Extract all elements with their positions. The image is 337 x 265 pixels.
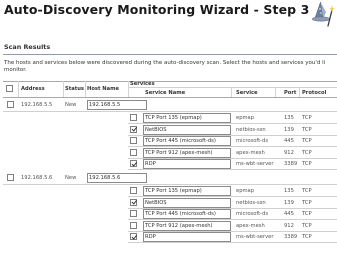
service-name-field[interactable]: RDP bbox=[143, 159, 231, 170]
service-checkbox[interactable] bbox=[130, 148, 137, 156]
port-header: Port bbox=[284, 90, 297, 96]
service-name-field[interactable]: TCP Port 912 (apex-mesh) bbox=[143, 220, 231, 231]
page-title: Auto-Discovery Monitoring Wizard - Step … bbox=[4, 2, 310, 17]
address-header: Address bbox=[21, 86, 45, 92]
row-divider bbox=[128, 242, 337, 244]
service-header: Service bbox=[236, 90, 258, 96]
port-value: 135 bbox=[284, 188, 294, 194]
wizard-hat-icon bbox=[311, 1, 335, 27]
section-heading: Scan Results bbox=[4, 43, 51, 51]
protocol-value: TCP bbox=[302, 138, 312, 145]
service-value: microsoft-ds bbox=[236, 211, 269, 218]
service-value: apex-mesh bbox=[236, 149, 265, 156]
host-address: 192.168.5.5 bbox=[21, 102, 53, 108]
protocol-value: TCP bbox=[302, 126, 312, 133]
service-name-field[interactable]: TCP Port 445 (microsoft-ds) bbox=[143, 209, 231, 220]
row-divider bbox=[128, 169, 337, 171]
service-value: apex-mesh bbox=[236, 222, 265, 229]
service-name-field[interactable]: TCP Port 135 (epmap) bbox=[143, 186, 231, 196]
service-name-field[interactable]: TCP Port 135 (epmap) bbox=[143, 113, 231, 123]
service-checkbox[interactable] bbox=[130, 114, 137, 121]
host-checkbox[interactable] bbox=[7, 174, 14, 181]
column-divider bbox=[18, 81, 19, 97]
service-name-field[interactable]: NetBIOS bbox=[143, 197, 231, 208]
host-name-field[interactable]: 192.168.5.6 bbox=[87, 173, 147, 183]
protocol-value: TCP bbox=[302, 188, 312, 194]
service-checkbox[interactable] bbox=[130, 137, 137, 145]
row-divider bbox=[3, 81, 337, 82]
service-checkbox[interactable] bbox=[130, 233, 137, 241]
service-value: microsoft-ds bbox=[236, 138, 269, 145]
host-address: 192.168.5.6 bbox=[21, 175, 53, 181]
service-value: epmap bbox=[236, 188, 255, 194]
row-divider bbox=[3, 97, 337, 98]
port-value: 3389 bbox=[284, 161, 298, 168]
port-value: 3389 bbox=[284, 234, 298, 241]
port-value: 445 bbox=[284, 211, 294, 218]
service-checkbox[interactable] bbox=[130, 210, 137, 218]
row-divider bbox=[128, 87, 337, 88]
column-divider bbox=[85, 81, 86, 97]
protocol-header: Protocol bbox=[302, 90, 327, 96]
service-name-field[interactable]: TCP Port 912 (apex-mesh) bbox=[143, 147, 231, 158]
column-divider bbox=[128, 81, 129, 97]
service-name-field[interactable]: NetBIOS bbox=[143, 124, 231, 135]
port-value: 135 bbox=[284, 115, 294, 121]
host-status: New bbox=[65, 102, 77, 108]
service-checkbox[interactable] bbox=[130, 221, 137, 229]
column-divider bbox=[299, 87, 300, 97]
port-value: 912 bbox=[284, 222, 294, 229]
service-value: ms-wbt-server bbox=[236, 161, 274, 168]
service-checkbox[interactable] bbox=[130, 187, 137, 194]
service-name-header: Service Name bbox=[145, 90, 186, 96]
service-name-field[interactable]: RDP bbox=[143, 232, 231, 243]
protocol-value: TCP bbox=[302, 115, 312, 121]
column-divider bbox=[275, 87, 276, 97]
host-checkbox[interactable] bbox=[7, 101, 14, 108]
description-text: The hosts and services below were discov… bbox=[4, 60, 326, 74]
protocol-value: TCP bbox=[302, 211, 312, 218]
service-value: netbios-ssn bbox=[236, 199, 266, 206]
port-value: 139 bbox=[284, 199, 294, 206]
row-divider bbox=[3, 184, 337, 185]
protocol-value: TCP bbox=[302, 222, 312, 229]
port-value: 445 bbox=[284, 138, 294, 145]
protocol-value: TCP bbox=[302, 199, 312, 206]
service-checkbox[interactable] bbox=[130, 198, 137, 206]
host-name-header: Host Name bbox=[87, 86, 120, 92]
host-name-field[interactable]: 192.168.5.5 bbox=[87, 100, 147, 110]
service-value: ms-wbt-server bbox=[236, 234, 274, 241]
service-value: epmap bbox=[236, 115, 255, 121]
row-divider bbox=[3, 111, 337, 112]
status-header: Status bbox=[65, 86, 84, 92]
service-value: netbios-ssn bbox=[236, 126, 266, 133]
port-value: 139 bbox=[284, 126, 294, 133]
protocol-value: TCP bbox=[302, 161, 312, 168]
service-name-field[interactable]: TCP Port 445 (microsoft-ds) bbox=[143, 136, 231, 147]
service-checkbox[interactable] bbox=[130, 160, 137, 168]
protocol-value: TCP bbox=[302, 149, 312, 156]
service-checkbox[interactable] bbox=[130, 125, 137, 133]
protocol-value: TCP bbox=[302, 234, 312, 241]
section-divider bbox=[3, 54, 337, 55]
column-divider bbox=[231, 87, 232, 97]
host-status: New bbox=[65, 175, 77, 181]
port-value: 912 bbox=[284, 149, 294, 156]
column-divider bbox=[63, 81, 64, 97]
select-all-checkbox[interactable] bbox=[6, 85, 13, 92]
